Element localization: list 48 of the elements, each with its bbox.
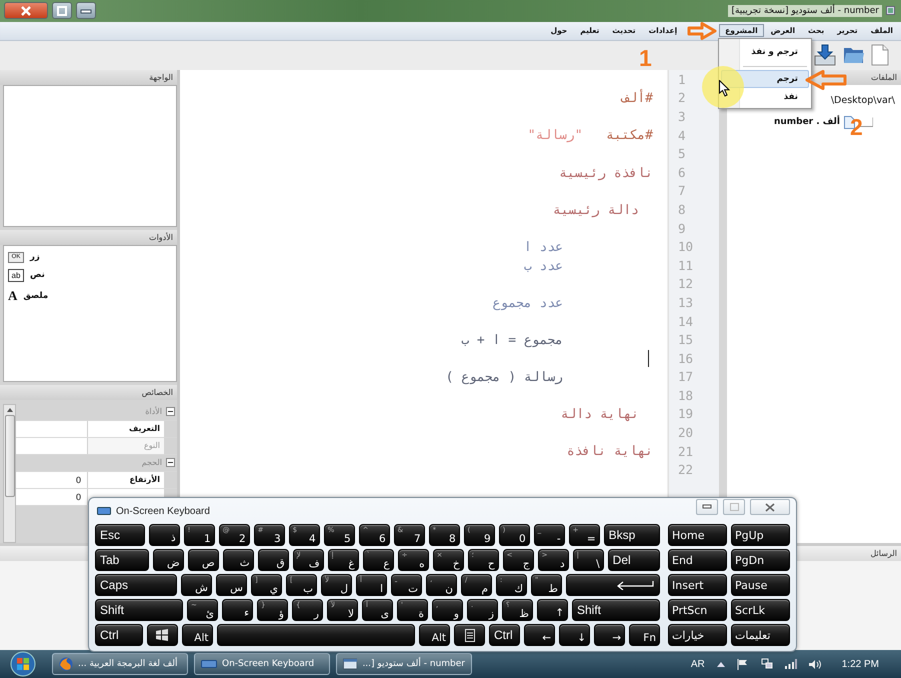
code-line: نهاية نافذة [566, 444, 653, 460]
line-number: 3 [677, 108, 687, 126]
line-number: 4 [677, 126, 687, 145]
line-number: 10 [677, 238, 694, 256]
textbox-tool-icon: ab [8, 268, 24, 282]
line-number: 14 [677, 312, 694, 330]
line-number: 20 [677, 424, 694, 442]
panel-title: الأدوات [149, 232, 173, 242]
line-number: 6 [677, 164, 687, 182]
line-number: 16 [677, 350, 694, 368]
code-line: عدد ا [524, 240, 563, 255]
line-number: 11 [677, 256, 694, 275]
step-number: 1 [639, 47, 652, 70]
code-line: نافذة رئيسية [559, 166, 653, 181]
line-number: 22 [677, 461, 694, 480]
line-number: 8 [677, 200, 687, 219]
label-tool-icon: A [8, 288, 18, 304]
line-number: 9 [677, 220, 687, 238]
line-number: 7 [677, 182, 687, 200]
code-line: #مكتبة "رسالة" [528, 128, 653, 144]
property-name: الأرتفاع [87, 472, 164, 488]
code-line: #ألف [622, 91, 653, 106]
panel-title: الرسائل [870, 548, 897, 558]
line-number: 21 [677, 442, 694, 461]
line-number: 1 [677, 70, 687, 89]
line-number: 13 [677, 294, 694, 312]
step-number: 2 [850, 116, 863, 139]
line-number: 18 [677, 386, 694, 405]
code-line: عدد ب [524, 258, 563, 274]
code-line: دالة رئيسية [552, 202, 639, 218]
property-name: التعريف [87, 420, 164, 437]
code-line: رسالة ( مجموع ) [446, 370, 563, 386]
property-category: الأداة [145, 407, 162, 416]
line-number: 19 [677, 405, 694, 424]
line-number: 15 [677, 331, 694, 350]
panel-title: الواجهة [149, 72, 173, 82]
line-number: 17 [677, 368, 694, 386]
code-line: عدد مجموع [492, 296, 563, 311]
property-name: النوع [87, 438, 164, 454]
line-number: 12 [677, 275, 694, 294]
line-number: 5 [677, 145, 687, 164]
code-line: مجموع = ا + ب [461, 332, 563, 348]
line-number: 2 [677, 89, 687, 108]
window-title: number - ألف ستوديو [نسخة تجريبية] [728, 4, 882, 17]
property-category: الحجم [142, 458, 162, 468]
panel-title: الملفات [871, 72, 897, 82]
code-line: نهاية دالة [560, 407, 639, 422]
panel-title: الخصائص [142, 388, 173, 397]
